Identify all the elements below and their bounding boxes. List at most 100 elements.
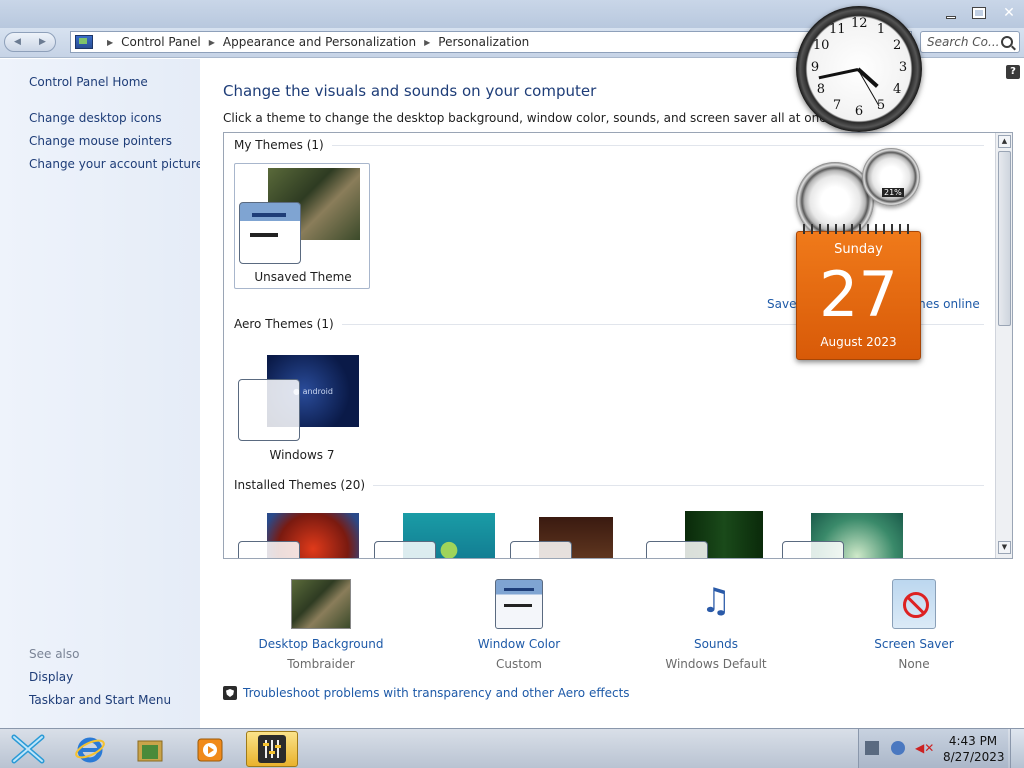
taskbar-control-panel-active[interactable] <box>246 731 298 767</box>
search-icon[interactable] <box>1001 36 1013 48</box>
tray-date: 8/27/2023 <box>943 750 1005 764</box>
tray-clock[interactable]: 4:43 PM 8/27/2023 <box>943 733 1005 765</box>
close-icon: ✕ <box>1003 5 1015 21</box>
troubleshoot-link[interactable]: Troubleshoot problems with transparency … <box>223 686 630 700</box>
window-color-icon <box>495 579 543 629</box>
taskbar-start-menu-link[interactable]: Taskbar and Start Menu <box>29 693 171 707</box>
screen-saver-value: None <box>898 657 930 671</box>
address-bar[interactable]: ▶ Control Panel ▶ Appearance and Persona… <box>70 31 912 53</box>
minute-hand <box>818 67 859 79</box>
screen-saver-setting[interactable]: Screen Saver None <box>834 579 994 671</box>
breadcrumb-control-panel[interactable]: Control Panel <box>121 35 201 49</box>
desktop-background-link[interactable]: Desktop Background <box>241 637 401 651</box>
window-color-link[interactable]: Window Color <box>439 637 599 651</box>
breadcrumb-appearance[interactable]: Appearance and Personalization <box>223 35 416 49</box>
mixer-icon <box>258 735 286 763</box>
theme-installed-1[interactable] <box>234 505 370 558</box>
window-color-swatch <box>239 202 301 264</box>
sounds-icon: ♫ <box>700 581 732 621</box>
change-account-picture-link[interactable]: Change your account picture <box>29 157 203 171</box>
chevron-right-icon[interactable]: ▶ <box>209 38 215 47</box>
scroll-down-icon[interactable]: ▼ <box>998 541 1011 554</box>
window-color-swatch <box>238 379 300 441</box>
page-subtitle: Click a theme to change the desktop back… <box>223 111 837 125</box>
control-panel-home-link[interactable]: Control Panel Home <box>29 75 148 89</box>
shield-icon <box>223 686 237 700</box>
clock-gadget[interactable]: 12 1 2 3 4 5 6 7 8 9 10 11 <box>796 6 922 132</box>
theme-installed-2[interactable]: ● <box>370 505 506 559</box>
taskbar-file-explorer[interactable] <box>124 731 176 767</box>
volume-muted-icon[interactable]: ◀✕ <box>915 741 934 755</box>
memory-gauge <box>862 148 920 206</box>
memory-meter-value: 21% <box>882 188 904 197</box>
sounds-value: Windows Default <box>665 657 767 671</box>
change-mouse-pointers-link[interactable]: Change mouse pointers <box>29 134 172 148</box>
display-link[interactable]: Display <box>29 670 73 684</box>
theme-installed-3[interactable] <box>506 505 642 558</box>
clock-numeral: 6 <box>854 104 864 119</box>
desktop-background-setting[interactable]: Desktop Background Tombraider <box>241 579 401 671</box>
chevron-right-icon[interactable]: ▶ <box>424 38 430 47</box>
clock-numeral: 12 <box>851 16 868 31</box>
close-button[interactable]: ✕ <box>996 4 1022 22</box>
clock-numeral: 3 <box>898 60 908 75</box>
chevron-right-icon[interactable]: ▶ <box>107 38 113 47</box>
change-desktop-icons-link[interactable]: Change desktop icons <box>29 111 162 125</box>
window-color-setting[interactable]: Window Color Custom <box>439 579 599 671</box>
page-title: Change the visuals and sounds on your co… <box>223 82 597 100</box>
section-label: My Themes (1) <box>234 138 324 152</box>
action-center-icon[interactable] <box>865 741 879 755</box>
taskbar-internet-explorer[interactable] <box>64 731 116 767</box>
calendar-month: August 2023 <box>820 335 897 349</box>
clock-numeral: 1 <box>876 21 886 37</box>
clock-numeral: 11 <box>829 21 846 37</box>
scroll-up-icon[interactable]: ▲ <box>998 135 1011 148</box>
theme-installed-5[interactable] <box>778 505 914 558</box>
desktop-background-value: Tombraider <box>287 657 355 671</box>
search-input[interactable]: Search Co... <box>920 31 1020 53</box>
network-icon[interactable] <box>891 741 905 755</box>
back-button[interactable]: ◀ <box>14 37 21 47</box>
sounds-link[interactable]: Sounds <box>636 637 796 651</box>
maximize-button[interactable] <box>966 4 992 22</box>
theme-installed-4[interactable] <box>642 505 778 558</box>
tray-time: 4:43 PM <box>948 734 998 748</box>
clock-numeral: 8 <box>816 82 826 97</box>
system-tray: ◀✕ 4:43 PM 8/27/2023 <box>858 729 1008 768</box>
clock-numeral: 9 <box>810 60 820 75</box>
folder-icon <box>137 740 163 762</box>
help-button[interactable]: ? <box>1006 65 1020 79</box>
see-also-heading: See also <box>29 647 80 661</box>
theme-windows-7[interactable]: ● android Windows 7 <box>234 343 370 469</box>
troubleshoot-label: Troubleshoot problems with transparency … <box>243 686 630 700</box>
show-desktop-button[interactable] <box>1010 729 1024 768</box>
taskbar: ◀✕ 4:43 PM 8/27/2023 <box>0 728 1024 768</box>
calendar-date: 27 <box>819 258 898 331</box>
minimize-icon <box>946 15 956 19</box>
theme-label: Unsaved Theme <box>254 270 352 284</box>
calendar-day: Sunday <box>834 242 883 257</box>
desktop-background-icon <box>291 579 351 629</box>
forward-button[interactable]: ▶ <box>39 37 46 47</box>
taskbar-media-player[interactable] <box>184 731 236 767</box>
sounds-setting[interactable]: ♫ Sounds Windows Default <box>636 579 796 671</box>
breadcrumb-personalization[interactable]: Personalization <box>438 35 529 49</box>
left-pane: Control Panel Home Change desktop icons … <box>0 59 203 728</box>
window-color-swatch <box>374 541 436 558</box>
clock-numeral: 10 <box>812 38 830 53</box>
vertical-scrollbar[interactable]: ▲ ▼ <box>995 133 1012 558</box>
scrollbar-thumb[interactable] <box>998 151 1011 326</box>
section-label: Installed Themes (20) <box>234 478 366 492</box>
theme-label: Windows 7 <box>269 448 335 462</box>
screen-saver-link[interactable]: Screen Saver <box>834 637 994 651</box>
start-button[interactable] <box>2 731 54 767</box>
get-more-themes-link[interactable]: mes online <box>914 297 980 311</box>
calendar-gadget[interactable]: Sunday 27 August 2023 <box>796 224 921 360</box>
control-panel-icon <box>75 35 93 49</box>
minimize-button[interactable] <box>938 4 964 22</box>
window-color-swatch <box>782 541 844 558</box>
theme-unsaved[interactable]: Unsaved Theme <box>234 163 370 289</box>
window-color-swatch <box>646 541 708 558</box>
android-icon: ● <box>439 536 459 559</box>
nav-buttons: ◀ ▶ <box>4 32 56 52</box>
